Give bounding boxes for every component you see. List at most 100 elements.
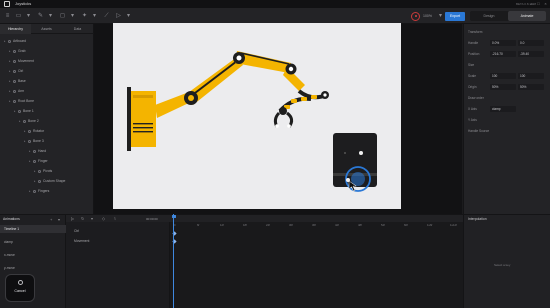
- design-mode-tab[interactable]: Design: [470, 11, 508, 21]
- inspector-label: Position: [468, 52, 480, 56]
- inspector-value[interactable]: 50%: [520, 83, 526, 91]
- inspector-value[interactable]: -39.40: [520, 50, 529, 58]
- record-button[interactable]: [411, 11, 420, 21]
- chevron-down-icon[interactable]: ▾: [58, 217, 63, 222]
- inspector-label: Transform: [468, 30, 483, 34]
- inspector-row: Y Axis: [468, 116, 548, 124]
- node-icon: [13, 99, 16, 103]
- mode-switch: Design Animate: [470, 11, 546, 21]
- tree-item-label: Movement: [18, 59, 34, 63]
- tree-item[interactable]: ▸ Hand: [0, 148, 94, 155]
- node-icon: [13, 49, 16, 53]
- chevron-down-icon[interactable]: ▾: [24, 12, 33, 20]
- inspector-label: Y Axis: [468, 118, 477, 122]
- inspector-label: Scale: [468, 74, 476, 78]
- inspector-row: Scale 100 100: [468, 72, 548, 80]
- tab-hierarchy[interactable]: Hierarchy: [0, 24, 31, 34]
- animations-header: Animations: [3, 217, 20, 221]
- tick-label: 54f: [381, 223, 385, 227]
- tree-item[interactable]: ▸ Base: [0, 78, 94, 85]
- node-icon: [23, 119, 26, 123]
- artboard-tool-icon[interactable]: ▭: [14, 12, 23, 20]
- tree-item[interactable]: ▸ Finger: [0, 158, 94, 165]
- tree-item[interactable]: ▸ Pivots: [0, 168, 94, 175]
- tab-assets[interactable]: Assets: [31, 24, 62, 34]
- tree-item[interactable]: ▸ Bone 3: [0, 138, 94, 145]
- tree-item[interactable]: ▸ Fingers: [0, 188, 94, 195]
- tick-label: 30f: [289, 223, 293, 227]
- tree-item[interactable]: ▸ Artboard: [0, 38, 94, 45]
- app-logo-icon[interactable]: [4, 1, 10, 7]
- inspector-value[interactable]: clamp: [492, 105, 501, 113]
- chevron-down-icon[interactable]: ▾: [436, 12, 445, 20]
- interpolation-header: Interpolation: [468, 217, 487, 221]
- node-icon: [13, 89, 16, 93]
- track-label[interactable]: Movement: [74, 238, 89, 244]
- minimize-icon[interactable]: –: [529, 1, 534, 6]
- cancel-icon: [18, 280, 23, 285]
- tree-item-label: Grab: [18, 49, 26, 53]
- tree-item-label: Custom Shape: [43, 179, 66, 183]
- tree-item[interactable]: ▸ Root Bone: [0, 98, 94, 105]
- chevron-down-icon[interactable]: ▾: [124, 12, 133, 20]
- playhead-handle[interactable]: [171, 214, 176, 218]
- tree-item[interactable]: ▸ Arm: [0, 88, 94, 95]
- tick-label: 12f: [220, 223, 224, 227]
- node-icon: [28, 129, 31, 133]
- add-animation-icon[interactable]: +: [50, 217, 55, 222]
- chevron-down-icon[interactable]: ▾: [68, 12, 77, 20]
- inspector-value[interactable]: 50%: [492, 83, 498, 91]
- tree-item[interactable]: ▸ Bone 2: [0, 118, 94, 125]
- node-icon: [13, 69, 16, 73]
- inspector-label: Size: [468, 63, 475, 67]
- timeline-controls: ▷ ↻ ▾ ◇ ⌇ 00:00:00: [66, 214, 463, 222]
- inspector-value[interactable]: 0.0: [520, 39, 524, 47]
- playhead[interactable]: [173, 214, 174, 308]
- chevron-down-icon[interactable]: ▾: [90, 12, 99, 20]
- animation-item[interactable]: y-move: [0, 264, 66, 272]
- text-tool-icon[interactable]: ✦: [80, 12, 89, 20]
- tree-item[interactable]: ▸ Ctrl: [0, 68, 94, 75]
- close-icon[interactable]: ×: [543, 1, 548, 6]
- inspector-label: Handle Source: [468, 129, 490, 133]
- tick-label: 60f: [404, 223, 408, 227]
- tree-item[interactable]: ▸ Custom Shape: [0, 178, 94, 185]
- track-label[interactable]: Ctrl: [74, 228, 79, 234]
- export-button[interactable]: Export: [445, 11, 465, 21]
- tree-item[interactable]: ▸ Movement: [0, 58, 94, 65]
- hierarchy-panel: Hierarchy Assets Data ▸ Artboard ▸ Grab ▸ Mov…: [0, 24, 94, 214]
- pen-tool-icon[interactable]: ✎: [36, 12, 45, 20]
- chevron-down-icon[interactable]: ▾: [46, 12, 55, 20]
- animation-item[interactable]: clamp: [0, 238, 66, 246]
- window-title: Joysticks: [15, 1, 32, 6]
- inspector-label: Handle: [468, 41, 479, 45]
- animation-item[interactable]: Timeline 1: [0, 225, 66, 233]
- tick-label: 42f: [335, 223, 339, 227]
- tree-item[interactable]: ▸ Bone 1: [0, 108, 94, 115]
- tree-item[interactable]: ▸ Rotator: [0, 128, 94, 135]
- animation-item[interactable]: x-move: [0, 251, 66, 259]
- artboard[interactable]: [113, 23, 401, 209]
- maximize-icon[interactable]: □: [536, 1, 541, 6]
- inspector-value[interactable]: 0.0%: [492, 39, 499, 47]
- animate-mode-tab[interactable]: Animate: [508, 11, 546, 21]
- inspector-value[interactable]: 100: [492, 72, 497, 80]
- bone-tool-icon[interactable]: ⟋: [102, 12, 111, 20]
- menu-icon[interactable]: ≡: [3, 12, 12, 20]
- inspector-value[interactable]: -216.70: [492, 50, 503, 58]
- tree-item-label: Bone 3: [33, 139, 44, 143]
- shape-tool-icon[interactable]: ◻: [58, 12, 67, 20]
- interpolation-empty-text: Select a key: [494, 263, 511, 267]
- tick-label: 48f: [358, 223, 362, 227]
- inspector-value[interactable]: 100: [520, 72, 525, 80]
- play-icon[interactable]: ▷: [114, 12, 123, 20]
- tick-label: 6f: [197, 223, 200, 227]
- joystick-controller: [333, 133, 377, 192]
- node-icon: [8, 39, 11, 43]
- timeline-area[interactable]: 0 6f 12f 18f 24f 30f 36f 42f 48f 54f 60f 1s6f 1s12f: [170, 222, 463, 308]
- tab-data[interactable]: Data: [62, 24, 93, 34]
- tree-item-label: Rotator: [33, 129, 45, 133]
- tree-item[interactable]: ▸ Grab: [0, 48, 94, 55]
- cancel-button[interactable]: Cancel: [5, 274, 35, 302]
- arm-gripper: [273, 107, 294, 128]
